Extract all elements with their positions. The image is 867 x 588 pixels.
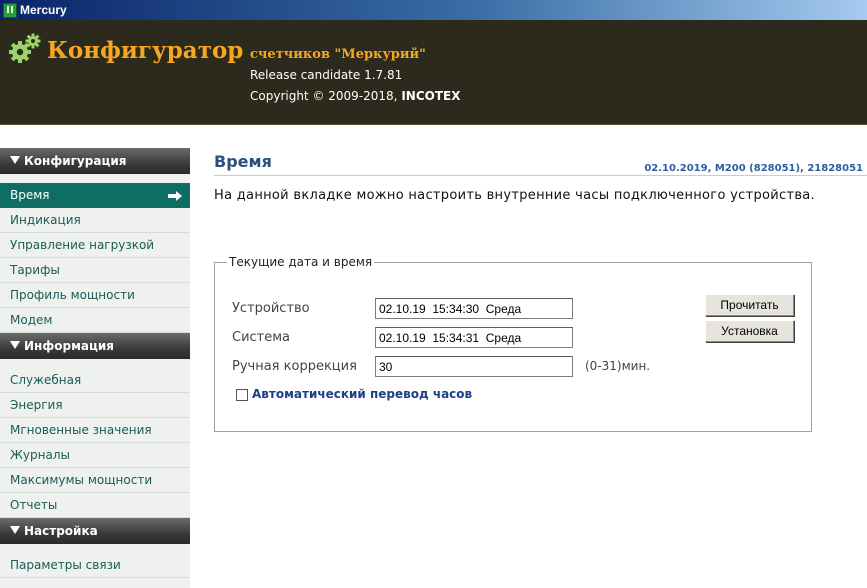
- gears-icon: [9, 33, 41, 63]
- app-header: Конфигуратор счетчиков "Меркурий" Releas…: [0, 20, 867, 125]
- triangle-down-icon: [10, 341, 20, 349]
- sidebar-item-label: Управление нагрузкой: [10, 238, 155, 252]
- device-info: 02.10.2019, M200 (828051), 21828051: [644, 163, 863, 174]
- release-text: Release candidate 1.7.81: [250, 68, 403, 82]
- window-title: Mercury: [20, 3, 67, 17]
- sidebar-item-power-profile[interactable]: Профиль мощности: [0, 283, 190, 308]
- sidebar-item-time[interactable]: Время: [0, 183, 190, 208]
- sidebar-section-configuration[interactable]: Конфигурация: [0, 148, 190, 174]
- sidebar-item-label: Профиль мощности: [10, 288, 135, 302]
- sidebar-item-instant-values[interactable]: Мгновенные значения: [0, 418, 190, 443]
- sidebar-item-label: Тарифы: [10, 263, 60, 277]
- sidebar-item-label: Максимумы мощности: [10, 473, 153, 487]
- page-description: На данной вкладке можно настроить внутре…: [214, 188, 815, 203]
- sidebar-item-modem[interactable]: Модем: [0, 308, 190, 333]
- copyright-company: INCOTEX: [401, 89, 461, 103]
- sidebar-item-label: Параметры связи: [10, 558, 121, 572]
- brand-subtitle: счетчиков "Меркурий": [250, 47, 426, 62]
- sidebar-item-tariffs[interactable]: Тарифы: [0, 258, 190, 283]
- sidebar-item-energy[interactable]: Энергия: [0, 393, 190, 418]
- system-time-field[interactable]: [375, 327, 573, 348]
- sidebar-item-label: Служебная: [10, 373, 82, 387]
- sidebar-item-reports[interactable]: Отчеты: [0, 493, 190, 518]
- manual-correction-label: Ручная коррекция: [232, 359, 357, 374]
- sidebar: Конфигурация Время Индикация Управление …: [0, 148, 190, 588]
- sidebar-item-label: Модем: [10, 313, 53, 327]
- set-button[interactable]: Установка: [705, 320, 794, 342]
- window-titlebar[interactable]: Mercury: [0, 0, 867, 20]
- sidebar-item-connection-params[interactable]: Параметры связи: [0, 553, 190, 578]
- auto-dst-label[interactable]: Автоматический перевод часов: [252, 387, 472, 401]
- arrow-right-icon: [168, 191, 182, 201]
- sidebar-item-label: Мгновенные значения: [10, 423, 152, 437]
- auto-dst-checkbox[interactable]: [236, 389, 248, 401]
- sidebar-item-power-maximums[interactable]: Максимумы мощности: [0, 468, 190, 493]
- datetime-group-legend: Текущие дата и время: [227, 255, 375, 269]
- copyright-prefix: Copyright © 2009-2018,: [250, 89, 402, 103]
- device-time-field[interactable]: [375, 298, 573, 319]
- title-divider: [214, 175, 867, 176]
- sidebar-item-indication[interactable]: Индикация: [0, 208, 190, 233]
- sidebar-item-label: Журналы: [10, 448, 70, 462]
- manual-correction-field[interactable]: [375, 356, 573, 377]
- system-time-label: Система: [232, 330, 291, 345]
- brand-title: Конфигуратор: [47, 37, 244, 64]
- app-icon: [3, 3, 17, 18]
- triangle-down-icon: [10, 156, 20, 164]
- section-title: Настройка: [24, 524, 98, 538]
- triangle-down-icon: [10, 526, 20, 534]
- correction-range-unit: (0-31)мин.: [585, 359, 651, 373]
- sidebar-section-information[interactable]: Информация: [0, 333, 190, 359]
- device-time-label: Устройство: [232, 301, 310, 316]
- sidebar-item-load-control[interactable]: Управление нагрузкой: [0, 233, 190, 258]
- section-title: Информация: [24, 339, 114, 353]
- sidebar-item-label: Индикация: [10, 213, 81, 227]
- sidebar-item-journals[interactable]: Журналы: [0, 443, 190, 468]
- read-button[interactable]: Прочитать: [705, 294, 794, 316]
- sidebar-item-label: Энергия: [10, 398, 63, 412]
- section-title: Конфигурация: [24, 154, 127, 168]
- sidebar-item-label: Отчеты: [10, 498, 58, 512]
- page-title: Время: [214, 152, 272, 171]
- copyright-text: Copyright © 2009-2018, INCOTEX: [250, 89, 460, 103]
- sidebar-section-settings[interactable]: Настройка: [0, 518, 190, 544]
- sidebar-item-label: Время: [10, 188, 50, 202]
- sidebar-item-service[interactable]: Служебная: [0, 368, 190, 393]
